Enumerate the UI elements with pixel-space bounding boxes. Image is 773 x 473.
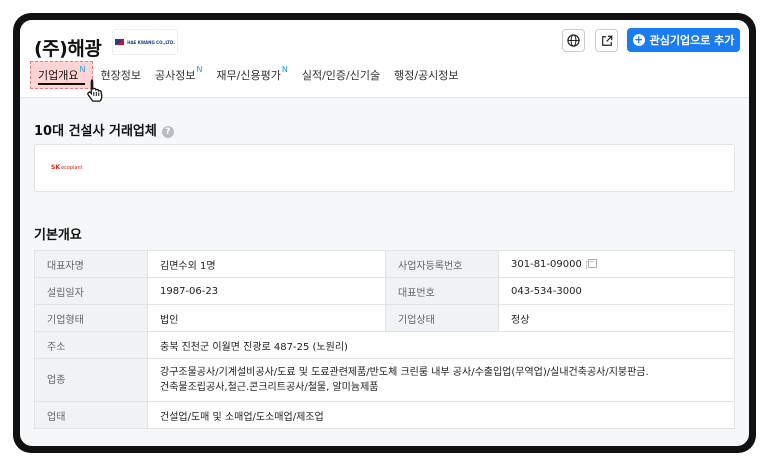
business-type-label: 업태 — [34, 401, 148, 429]
company-type-label: 기업형태 — [34, 304, 148, 332]
table-row: 설립일자 1987-06-23 대표번호 043-534-3000 — [34, 277, 735, 305]
partner-logo-mark: SK — [51, 164, 60, 171]
logo-mark-icon — [115, 39, 125, 45]
table-row: 대표자명 김면수외 1명 사업자등록번호 301-81-09000 — [34, 250, 735, 278]
company-type-value: 법인 — [147, 304, 386, 332]
partner-list: SK ecoplant — [34, 144, 735, 192]
industry-line-2: 건축물조립공사,철근.콘크리트공사/철물, 알미늄제품 — [160, 382, 379, 393]
tab-label: 재무/신용평가 — [216, 69, 281, 82]
business-type-value: 건설업/도매 및 소매업/도소매업/제조업 — [147, 401, 735, 429]
address-label: 주소 — [34, 331, 148, 359]
tab-performance-cert[interactable]: 실적/인증/신기술 — [295, 61, 387, 89]
founded-value: 1987-06-23 — [147, 277, 386, 305]
new-badge: N — [281, 64, 288, 74]
industry-value: 강구조물공사/기계설비공사/도료 및 도료관련제품/반도체 크린룸 내부 공사/… — [147, 358, 735, 402]
overview-table: 대표자명 김면수외 1명 사업자등록번호 301-81-09000 설립일자 1… — [34, 250, 735, 429]
device-frame: (주)해광 HAE KWANG CO.,LTD. + 관심기업으로 추가 기업개… — [13, 13, 756, 453]
top10-title: 10대 건설사 거래업체 — [34, 124, 157, 139]
bizno-value: 301-81-09000 — [511, 258, 582, 270]
new-badge: N — [196, 64, 203, 74]
top10-section-title: 10대 건설사 거래업체? — [34, 120, 174, 139]
overview-section-title: 기본개요 — [34, 228, 82, 243]
company-status-label: 기업상태 — [385, 304, 499, 332]
tab-construction-info[interactable]: 공사정보 N — [148, 61, 209, 89]
tab-label: 현장정보 — [100, 69, 141, 82]
bizno-label: 사업자등록번호 — [385, 250, 499, 278]
page: (주)해광 HAE KWANG CO.,LTD. + 관심기업으로 추가 기업개… — [20, 20, 749, 446]
partner-logo-text: ecoplant — [60, 165, 83, 171]
globe-icon — [567, 34, 580, 47]
address-value: 충북 진천군 이월면 진광로 487-25 (노원리) — [147, 331, 735, 359]
company-logo: HAE KWANG CO.,LTD. — [112, 29, 178, 55]
industry-line-1: 강구조물공사/기계설비공사/도료 및 도료관련제품/반도체 크린룸 내부 공사/… — [160, 367, 649, 378]
table-row: 기업형태 법인 기업상태 정상 — [34, 304, 735, 332]
tab-label: 실적/인증/신기술 — [301, 69, 381, 82]
phone-value: 043-534-3000 — [498, 277, 735, 305]
phone-label: 대표번호 — [385, 277, 499, 305]
ceo-label: 대표자명 — [34, 250, 148, 278]
table-row: 업종 강구조물공사/기계설비공사/도료 및 도료관련제품/반도체 크린룸 내부 … — [34, 358, 735, 402]
tab-label: 행정/공시정보 — [394, 69, 459, 82]
table-row: 주소 충북 진천군 이월면 진광로 487-25 (노원리) — [34, 331, 735, 359]
add-favorite-label: 관심기업으로 추가 — [649, 34, 735, 47]
language-button[interactable] — [562, 29, 585, 52]
tab-label: 공사정보 — [154, 69, 196, 82]
logo-text: HAE KWANG CO.,LTD. — [127, 39, 175, 45]
external-link-icon — [601, 35, 612, 46]
company-name: (주)해광 — [34, 38, 102, 60]
tab-admin-disclosure[interactable]: 행정/공시정보 — [387, 61, 465, 89]
help-icon[interactable]: ? — [161, 126, 174, 138]
add-favorite-button[interactable]: + 관심기업으로 추가 — [627, 28, 740, 52]
founded-label: 설립일자 — [34, 277, 148, 305]
ceo-value: 김면수외 1명 — [147, 250, 386, 278]
tab-label: 기업개요 — [38, 69, 79, 82]
copy-icon[interactable] — [585, 258, 597, 269]
sk-ecoplant-logo[interactable]: SK ecoplant — [51, 164, 83, 171]
tab-finance-credit[interactable]: 재무/신용평가 N — [209, 61, 294, 89]
new-badge: N — [79, 64, 86, 74]
company-header: (주)해광 HAE KWANG CO.,LTD. + 관심기업으로 추가 기업개… — [20, 20, 749, 102]
industry-label: 업종 — [34, 358, 148, 402]
hand-cursor-icon — [87, 79, 103, 102]
plus-icon: + — [632, 33, 645, 46]
bizno-cell: 301-81-09000 — [498, 250, 735, 278]
company-status-value: 정상 — [498, 304, 735, 332]
table-row: 업태 건설업/도매 및 소매업/도소매업/제조업 — [34, 401, 735, 429]
open-external-button[interactable] — [595, 29, 618, 52]
